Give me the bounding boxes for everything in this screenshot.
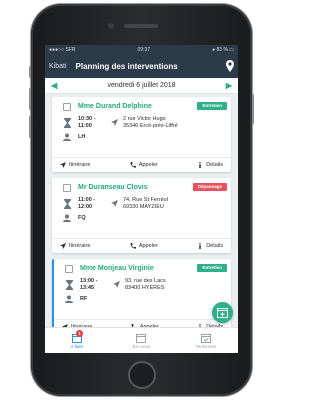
intervention-card[interactable]: Mme Durand Delphine Entretien 10:30 - 11…	[52, 97, 231, 172]
tab-en-cours[interactable]: En cours	[109, 328, 173, 353]
volume-down-button	[29, 116, 31, 138]
volume-up-button	[29, 88, 31, 110]
technician-icon	[63, 214, 71, 222]
navigation-arrow-icon	[60, 243, 66, 249]
navigation-arrow-icon	[111, 200, 118, 207]
calendar-check-icon	[200, 333, 211, 343]
phone-icon	[130, 162, 136, 168]
technician-icon	[65, 295, 73, 303]
technician-icon	[63, 133, 71, 141]
time-end: 11:00	[78, 123, 92, 129]
itinerary-label: Itinéraire	[69, 243, 91, 249]
call-button[interactable]: Appeler	[130, 243, 158, 249]
intervention-card[interactable]: Mr Duranseau Clovis Dépannage 11:00 - 12…	[52, 178, 231, 253]
todo-count-badge: 1	[76, 330, 83, 337]
technician-initials: RF	[80, 296, 88, 302]
time-start: 10:30 -	[78, 116, 96, 122]
itinerary-label: Itinéraire	[69, 162, 91, 168]
address-line-2: 69330 MAYZIEU	[123, 204, 164, 210]
hourglass-icon	[64, 118, 71, 128]
address-line-1: 2 rue Victor Hugo	[123, 116, 166, 122]
power-button	[252, 94, 254, 124]
technician-initials: LH	[78, 134, 86, 140]
checkbox-icon[interactable]	[65, 265, 73, 273]
navigation-arrow-icon	[111, 119, 118, 126]
address-line-1: 93, rue des Lacs	[125, 278, 166, 284]
details-label: Détails	[206, 243, 223, 249]
time-end: 13:45	[80, 285, 95, 291]
address: 74, Rue St Ferréol 69330 MAYZIEU	[123, 197, 168, 211]
brand-label: Kibati	[49, 62, 67, 70]
address-line-2: 35340 Ercé-près-Liffré	[123, 123, 178, 129]
home-button[interactable]	[128, 361, 156, 389]
next-day-button[interactable]: ▶	[226, 81, 232, 90]
navigation-arrow-icon	[60, 162, 66, 168]
tab-terminees[interactable]: Terminées	[174, 328, 238, 353]
tab-label: En cours	[132, 343, 151, 349]
info-icon	[199, 162, 201, 168]
bottom-tab-bar: 1 A faire En cours Terminées	[45, 327, 238, 353]
type-badge: Entretien	[197, 102, 227, 110]
card-actions: Itinéraire Appeler Détails	[52, 238, 231, 253]
hourglass-icon	[64, 199, 71, 209]
calendar-icon	[136, 333, 147, 343]
time-slot: 13:00 - 13:45	[80, 278, 97, 292]
details-button[interactable]: Détails	[197, 243, 223, 249]
address-line-1: 74, Rue St Ferréol	[123, 197, 168, 203]
app-screen: ●●●○○ SFR 09:37 ● 83 % ▭ Kibati Planning…	[45, 45, 238, 353]
tab-label: Terminées	[195, 343, 217, 349]
battery-indicator: ● 83 % ▭	[212, 46, 234, 53]
time-start: 11:00 -	[78, 197, 96, 203]
add-intervention-button[interactable]	[212, 302, 233, 323]
time-slot: 11:00 - 12:00	[78, 197, 95, 211]
time-end: 12:00	[78, 204, 93, 210]
mute-switch	[29, 66, 31, 78]
address-line-2: 83400 HYÈRES	[125, 285, 165, 291]
earpiece-speaker	[124, 24, 158, 28]
checkbox-icon[interactable]	[63, 103, 71, 111]
client-name: Mme Monjeau Virginie	[80, 265, 154, 272]
previous-day-button[interactable]: ◀	[51, 81, 57, 90]
client-name: Mme Durand Delphine	[78, 103, 152, 110]
carrier-signal: ●●●○○ SFR	[49, 46, 76, 53]
page-title: Planning des interventions	[75, 61, 178, 71]
tab-a-faire[interactable]: 1 A faire	[45, 328, 109, 353]
date-selector: ◀ vendredi 6 juillet 2018 ▶	[45, 78, 238, 94]
call-label: Appeler	[138, 243, 158, 249]
hourglass-icon	[66, 280, 73, 290]
time-start: 13:00 -	[80, 278, 98, 284]
map-pin-icon[interactable]	[226, 60, 234, 72]
time-slot: 10:30 - 11:00	[78, 116, 95, 130]
call-button[interactable]: Appeler	[130, 162, 158, 168]
itinerary-button[interactable]: Itinéraire	[60, 162, 90, 168]
itinerary-button[interactable]: Itinéraire	[60, 243, 90, 249]
calendar-add-icon	[217, 308, 228, 318]
address: 93, rue des Lacs 83400 HYÈRES	[125, 278, 166, 292]
intervention-list: Mme Durand Delphine Entretien 10:30 - 11…	[45, 94, 238, 334]
checkbox-icon[interactable]	[63, 184, 71, 192]
front-camera	[108, 23, 114, 29]
tab-label: A faire	[70, 343, 84, 349]
intervention-card[interactable]: Mme Monjeau Virginie Entretien 13:00 - 1…	[52, 259, 231, 334]
call-label: Appeler	[138, 162, 158, 168]
address: 2 rue Victor Hugo 35340 Ercé-près-Liffré	[123, 116, 178, 130]
technician-initials: FQ	[78, 215, 86, 221]
type-badge: Entretien	[197, 264, 227, 272]
info-icon	[199, 243, 201, 249]
phone-icon	[130, 243, 136, 249]
details-label: Détails	[206, 162, 223, 168]
clock: 09:37	[137, 46, 151, 53]
current-date: vendredi 6 juillet 2018	[107, 82, 176, 89]
type-badge: Dépannage	[192, 183, 227, 191]
client-name: Mr Duranseau Clovis	[78, 184, 148, 191]
navigation-arrow-icon	[113, 281, 120, 288]
app-header: Kibati Planning des interventions	[45, 54, 238, 78]
card-actions: Itinéraire Appeler Détails	[52, 157, 231, 172]
details-button[interactable]: Détails	[197, 162, 223, 168]
status-bar: ●●●○○ SFR 09:37 ● 83 % ▭	[45, 45, 238, 54]
